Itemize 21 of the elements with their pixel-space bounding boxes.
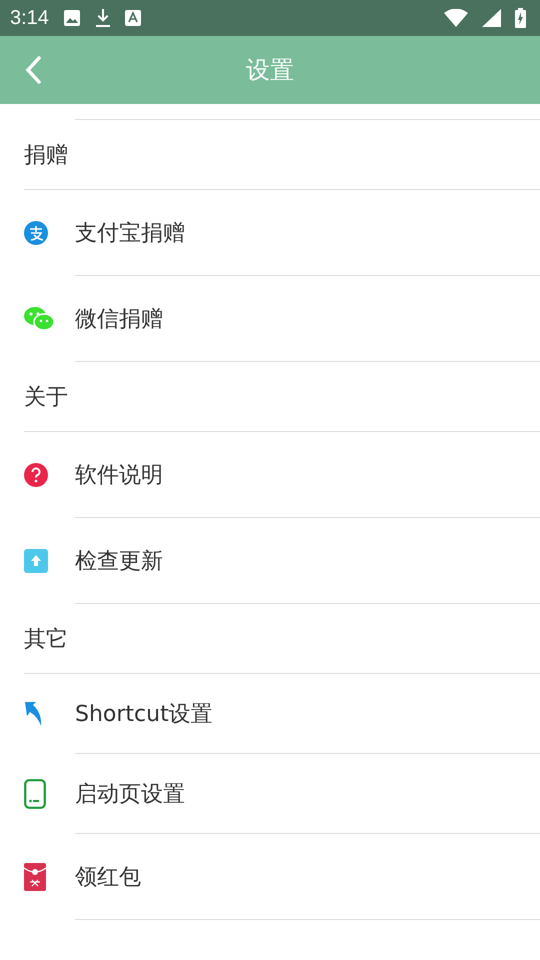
settings-item[interactable]: 支付宝捐赠	[0, 190, 540, 276]
status-time: 3:14	[10, 6, 49, 30]
section-header: 其它	[24, 626, 68, 654]
settings-item[interactable]: 微信捐赠	[0, 276, 540, 362]
alipay-icon	[24, 221, 48, 245]
section-header: 关于	[24, 384, 68, 412]
signal-icon	[482, 9, 501, 27]
screen-title: 设置	[246, 55, 294, 86]
wifi-icon	[444, 9, 468, 27]
image-icon	[62, 9, 81, 27]
battery-icon	[515, 8, 526, 28]
help-icon	[24, 463, 48, 487]
settings-item[interactable]: 领红包	[0, 834, 540, 920]
keyboard-icon	[124, 10, 141, 26]
settings-item[interactable]: 启动页设置	[0, 754, 540, 834]
settings-item[interactable]: 软件说明	[0, 432, 540, 518]
settings-item[interactable]: 检查更新	[0, 518, 540, 604]
section-header: 捐赠	[24, 142, 68, 170]
settings-item[interactable]: Shortcut设置	[0, 674, 540, 754]
wechat-icon	[24, 306, 54, 332]
download-icon	[94, 8, 111, 28]
